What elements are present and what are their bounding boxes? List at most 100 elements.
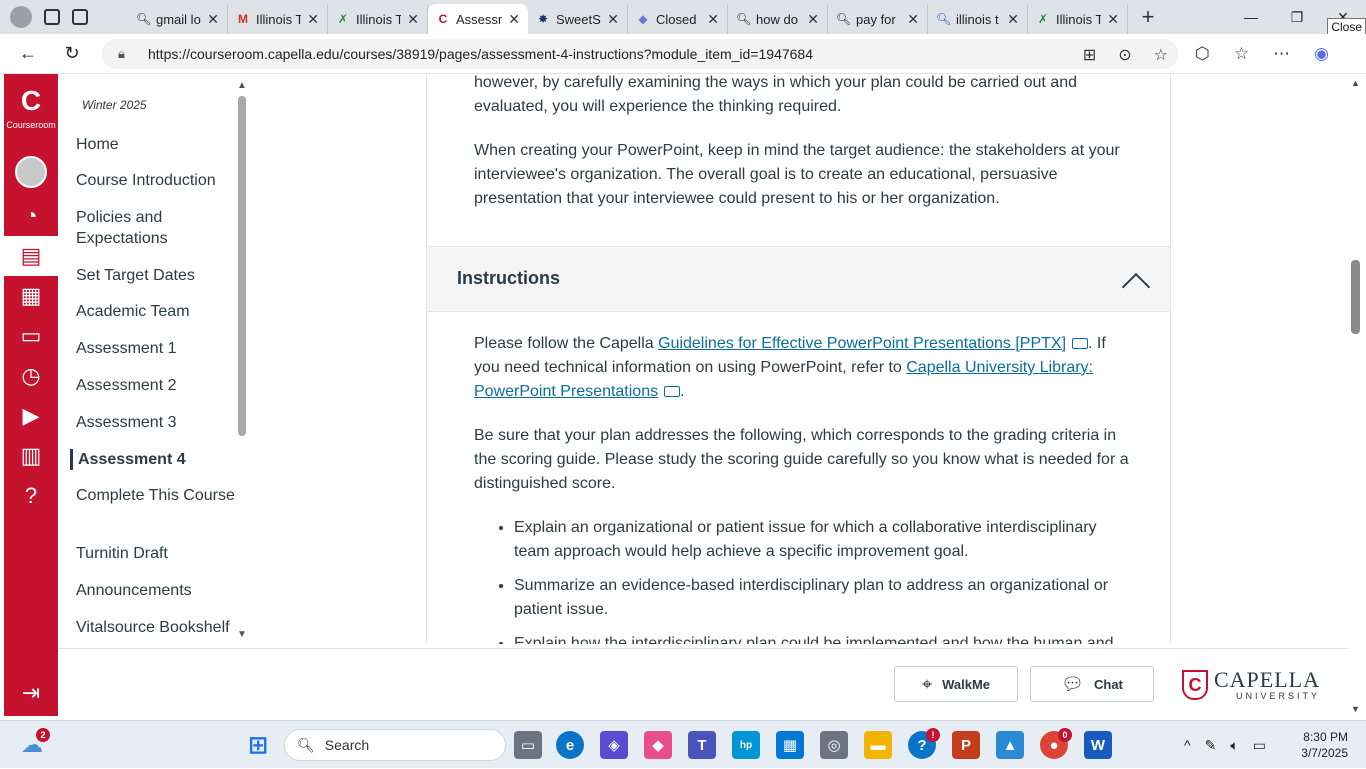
teams-icon[interactable]: T — [688, 731, 716, 759]
read-aloud-icon[interactable]: ⊙ — [1118, 45, 1131, 65]
course-nav-set-target-dates[interactable]: Set Target Dates — [76, 265, 236, 286]
new-tab-button[interactable]: + — [1128, 4, 1168, 30]
browser-tab[interactable]: ✗ Illinois T ✕ — [328, 4, 428, 34]
volume-icon[interactable]: 🔈︎ — [1230, 737, 1238, 754]
course-nav-academic-team[interactable]: Academic Team — [76, 301, 236, 322]
chevron-up-icon[interactable]: ^ — [1184, 737, 1191, 753]
browser-tab[interactable]: 🔍︎ how do ✕ — [728, 4, 828, 34]
photos-icon[interactable]: ▲ — [996, 731, 1024, 759]
favorites-icon[interactable]: ☆ — [1234, 44, 1249, 64]
browser-tab[interactable]: ✗ Illinois T ✕ — [1028, 4, 1128, 34]
workspaces-icon[interactable] — [44, 9, 60, 25]
browser-tab[interactable]: ◆ Closed ✕ — [628, 4, 728, 34]
course-nav-complete-this-course[interactable]: Complete This Course — [76, 485, 236, 506]
inbox-icon[interactable]: ▭ — [4, 316, 58, 356]
url-field[interactable]: 🔒︎ https://courseroom.capella.edu/course… — [102, 39, 1178, 69]
instructions-section-header[interactable]: Instructions — [427, 246, 1170, 312]
copilot-icon[interactable]: ◉ — [1314, 44, 1329, 64]
course-nav-scrollbar[interactable]: ▲ ▼ — [236, 80, 248, 640]
minimize-icon[interactable]: — — [1228, 9, 1274, 25]
course-nav-assessment-4[interactable]: Assessment 4 — [70, 449, 230, 470]
course-nav-policies[interactable]: Policies and Expectations — [76, 207, 236, 249]
close-icon[interactable]: ✕ — [907, 11, 919, 28]
taskbar-search[interactable]: 🔍︎ Search — [284, 729, 506, 761]
close-icon[interactable]: ✕ — [407, 11, 419, 28]
scrollbar-thumb[interactable] — [1351, 260, 1360, 334]
walkme-button[interactable]: ⌖ WalkMe — [894, 666, 1018, 702]
browser-tab[interactable]: 🔍︎ illinois t ✕ — [928, 4, 1028, 34]
back-icon[interactable]: ← — [6, 43, 50, 64]
browser-tab[interactable]: 🔍︎ pay for ✕ — [828, 4, 928, 34]
more-icon[interactable]: ⋯ — [1273, 44, 1290, 64]
course-nav-announcements[interactable]: Announcements — [76, 580, 236, 601]
site-info-icon[interactable]: 🔒︎ — [118, 46, 134, 62]
course-nav-course-introduction[interactable]: Course Introduction — [76, 170, 236, 191]
pen-icon[interactable]: ✎ — [1205, 737, 1217, 754]
restore-icon[interactable]: ❐ — [1274, 9, 1320, 26]
battery-icon[interactable]: ▭ — [1253, 737, 1266, 754]
help-icon[interactable]: ? — [4, 476, 58, 516]
browser-tab[interactable]: ✸ SweetSt ✕ — [528, 4, 628, 34]
store-icon[interactable]: ▦ — [776, 731, 804, 759]
account-item[interactable] — [4, 148, 58, 196]
clock[interactable]: 8:30 PM 3/7/2025 — [1301, 729, 1348, 761]
page-scrollbar[interactable]: ▲ ▼ — [1348, 74, 1364, 714]
collapse-nav-icon[interactable]: ⇥ — [4, 680, 58, 706]
task-view-icon[interactable]: ▭ — [514, 731, 542, 759]
close-icon[interactable]: ✕ — [307, 11, 319, 28]
profile-icon[interactable] — [10, 6, 32, 28]
course-nav-assessment-3[interactable]: Assessment 3 — [76, 412, 236, 433]
weather-icon[interactable]: ☁ 2 — [18, 728, 50, 759]
app-icon[interactable]: ⊞ — [1083, 45, 1096, 65]
guidelines-pptx-link[interactable]: Guidelines for Effective PowerPoint Pres… — [658, 335, 1066, 352]
calendar-icon[interactable]: ▦ — [4, 276, 58, 316]
favorite-star-icon[interactable]: ☆ — [1154, 45, 1168, 65]
chevron-up-icon[interactable] — [1121, 272, 1151, 302]
intro-paragraph-continued: however, by carefully examining the ways… — [474, 74, 1077, 115]
close-icon[interactable]: ✕ — [207, 11, 219, 28]
file-explorer-icon[interactable]: ▬ — [864, 731, 892, 759]
copilot-taskbar-icon[interactable]: ◈ — [600, 731, 628, 759]
course-nav-turnitin-draft[interactable]: Turnitin Draft — [76, 543, 236, 564]
courses-icon[interactable]: ▤ — [4, 236, 58, 276]
get-help-icon[interactable]: ?! — [908, 728, 940, 759]
history-icon[interactable]: ◷ — [4, 356, 58, 396]
scroll-up-icon[interactable]: ▲ — [1351, 78, 1360, 88]
external-link-icon — [664, 386, 681, 397]
scroll-up-icon[interactable]: ▲ — [237, 80, 247, 91]
studio-icon[interactable]: ▶ — [4, 396, 58, 436]
close-icon[interactable]: ✕ — [807, 11, 819, 28]
page-footer: ⌖ WalkMe 💬︎ Chat C CAPELLA UNIVERSITY — [58, 648, 1348, 716]
course-nav-home[interactable]: Home — [76, 134, 236, 155]
edge-icon[interactable]: e — [556, 731, 584, 759]
browser-tab[interactable]: 🔍︎ gmail lo ✕ — [128, 4, 228, 34]
course-nav-assessment-2[interactable]: Assessment 2 — [76, 375, 236, 396]
browser-tab-active[interactable]: CAssessm✕ — [428, 4, 528, 34]
extensions-icon[interactable]: ⬡ — [1195, 44, 1210, 64]
close-icon[interactable]: ✕ — [1107, 11, 1119, 28]
start-icon[interactable]: ⊞ — [244, 731, 272, 759]
scroll-down-icon[interactable]: ▼ — [237, 629, 247, 640]
dashboard-icon[interactable]: ◔ — [4, 196, 58, 236]
camera-icon[interactable]: ◎ — [820, 731, 848, 759]
chrome-icon[interactable]: ● 0 — [1040, 728, 1072, 759]
scrollbar-thumb[interactable] — [238, 96, 246, 436]
reload-icon[interactable]: ↻ — [50, 43, 94, 64]
close-icon[interactable]: ✕ — [607, 11, 619, 28]
course-nav-assessment-1[interactable]: Assessment 1 — [76, 338, 236, 359]
hp-icon[interactable]: hp — [732, 731, 760, 759]
close-icon[interactable]: ✕ — [508, 11, 520, 28]
close-icon[interactable]: ✕ — [707, 11, 719, 28]
powerpoint-icon[interactable]: P — [952, 731, 980, 759]
external-link-icon — [1072, 338, 1089, 349]
course-nav-vitalsource[interactable]: Vitalsource Bookshelf — [76, 617, 236, 638]
courseroom-logo[interactable]: C Courseroom — [4, 74, 58, 148]
tab-actions-icon[interactable] — [72, 9, 88, 25]
close-icon[interactable]: ✕ — [1007, 11, 1019, 28]
library-icon[interactable]: ▥ — [4, 436, 58, 476]
chat-button[interactable]: 💬︎ Chat — [1030, 666, 1154, 702]
copilot-app-icon[interactable]: ◆ — [644, 731, 672, 759]
scroll-down-icon[interactable]: ▼ — [1351, 704, 1360, 714]
browser-tab[interactable]: M Illinois T ✕ — [228, 4, 328, 34]
word-icon[interactable]: W — [1084, 731, 1112, 759]
